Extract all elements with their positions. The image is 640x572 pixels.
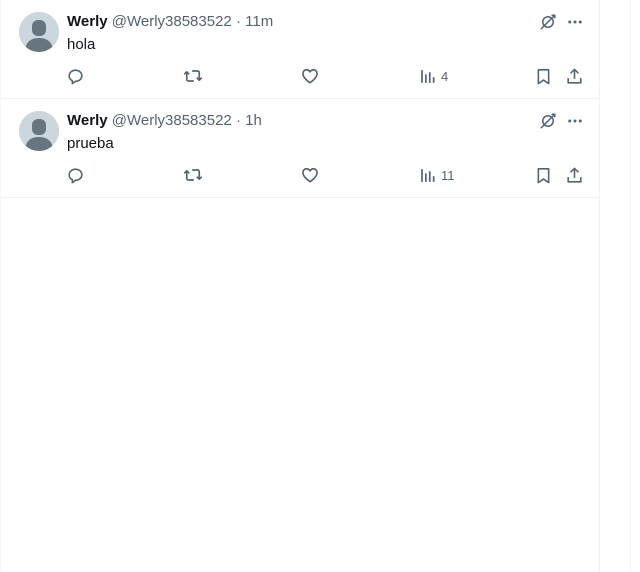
reply-button[interactable]	[66, 165, 85, 185]
post[interactable]: Werly @Werly38583522 · 11m hola 4	[1, 0, 601, 99]
bar-chart-icon	[421, 69, 435, 83]
separator-dot: ·	[235, 13, 241, 30]
post-actions: 11	[1, 165, 601, 185]
share-button[interactable]	[565, 165, 584, 185]
heart-icon	[302, 167, 318, 183]
like-button[interactable]	[300, 66, 320, 86]
repost-button[interactable]	[183, 165, 203, 185]
reply-icon	[68, 68, 83, 84]
post[interactable]: Werly @Werly38583522 · 1h prueba 11	[1, 99, 601, 198]
share-icon	[567, 68, 582, 84]
timeline-column: Werly @Werly38583522 · 11m hola 4 Werly …	[0, 0, 601, 572]
bookmark-icon	[537, 68, 550, 84]
share-button[interactable]	[565, 66, 584, 86]
avatar[interactable]	[19, 111, 59, 151]
more-icon	[568, 119, 582, 123]
post-text: prueba	[67, 135, 114, 152]
like-button[interactable]	[300, 165, 320, 185]
post-text: hola	[67, 36, 96, 53]
separator-dot: ·	[235, 112, 241, 129]
bookmark-button[interactable]	[534, 66, 553, 86]
repost-icon	[183, 70, 203, 82]
repost-button[interactable]	[183, 66, 203, 86]
post-actions: 4	[1, 66, 601, 86]
avatar[interactable]	[19, 12, 59, 52]
post-header: Werly @Werly38583522 · 1h	[67, 111, 262, 131]
heart-icon	[302, 68, 318, 84]
grok-button[interactable]	[538, 12, 558, 32]
views-count: 4	[441, 68, 449, 84]
views-count: 11	[441, 167, 455, 183]
views-button[interactable]: 11	[419, 165, 455, 185]
more-button[interactable]	[565, 111, 585, 131]
post-time[interactable]: 1h	[245, 112, 262, 129]
grok-icon	[540, 113, 556, 129]
more-button[interactable]	[565, 12, 585, 32]
right-sidebar-edge	[630, 0, 640, 572]
bookmark-button[interactable]	[534, 165, 553, 185]
share-icon	[567, 167, 582, 183]
bar-chart-icon	[421, 168, 435, 182]
more-icon	[568, 20, 582, 24]
bookmark-icon	[537, 167, 550, 183]
reply-button[interactable]	[66, 66, 85, 86]
default-avatar-icon	[19, 111, 59, 151]
grok-icon	[540, 14, 556, 30]
views-button[interactable]: 4	[419, 66, 448, 86]
grok-button[interactable]	[538, 111, 558, 131]
repost-icon	[183, 169, 203, 181]
post-time[interactable]: 11m	[245, 13, 273, 30]
author-handle[interactable]: @Werly38583522	[112, 112, 232, 129]
author-handle[interactable]: @Werly38583522	[112, 13, 232, 30]
reply-icon	[68, 167, 83, 183]
post-header: Werly @Werly38583522 · 11m	[67, 12, 273, 32]
timeline-page: Werly @Werly38583522 · 11m hola 4 Werly …	[0, 0, 640, 572]
author-name[interactable]: Werly	[67, 13, 108, 30]
default-avatar-icon	[19, 12, 59, 52]
author-name[interactable]: Werly	[67, 112, 108, 129]
